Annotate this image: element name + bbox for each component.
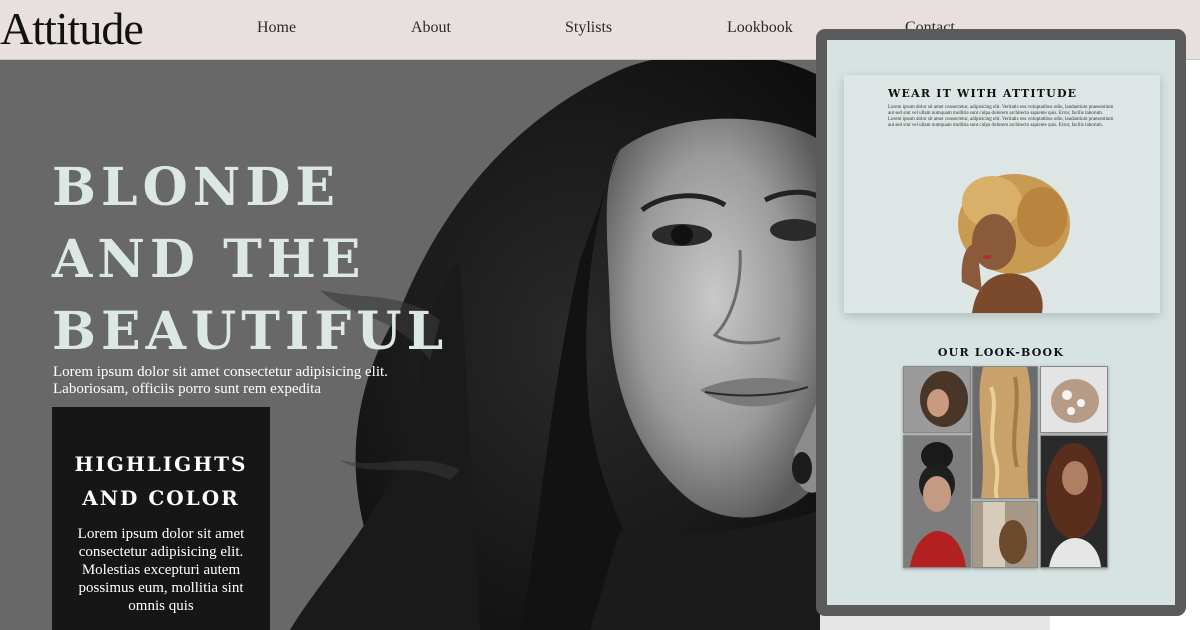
blonde-curls-model-photo xyxy=(958,174,1070,313)
lookbook-photo[interactable] xyxy=(1040,366,1108,433)
hero-title-line: BEAUTIFUL xyxy=(52,301,449,362)
nav-lookbook[interactable]: Lookbook xyxy=(727,19,793,37)
lookbook-title: OUR LOOK-BOOK xyxy=(937,346,1065,359)
highlights-title-line: AND COLOR xyxy=(82,486,240,510)
lookbook-photo[interactable] xyxy=(1040,435,1108,568)
lookbook-photo-image xyxy=(1041,367,1107,432)
lookbook-photo-image xyxy=(1041,436,1107,567)
hero-title-line: BLONDE xyxy=(52,157,341,218)
lookbook-photo-image xyxy=(973,367,1037,498)
lookbook-photo-image xyxy=(973,502,1037,567)
nav-home[interactable]: Home xyxy=(257,19,296,37)
lookbook-photo[interactable] xyxy=(972,501,1038,568)
device-preview-frame: WEAR IT WITH ATTITUDE Lorem ipsum dolor … xyxy=(816,29,1186,616)
hero-title: BLONDE AND THE BEAUTIFUL xyxy=(52,152,448,368)
feature-card: WEAR IT WITH ATTITUDE Lorem ipsum dolor … xyxy=(844,75,1160,313)
lookbook-photo[interactable] xyxy=(903,435,971,568)
highlights-card: HIGHLIGHTS AND COLOR Lorem ipsum dolor s… xyxy=(52,407,270,630)
lookbook-photo-image xyxy=(904,367,970,432)
nav-stylists[interactable]: Stylists xyxy=(565,19,612,37)
feature-card-title: WEAR IT WITH ATTITUDE xyxy=(888,87,1078,100)
nav-about[interactable]: About xyxy=(411,19,451,37)
preview-screen: WEAR IT WITH ATTITUDE Lorem ipsum dolor … xyxy=(827,40,1175,605)
hero-title-line: AND THE xyxy=(52,229,366,290)
highlights-text: Lorem ipsum dolor sit amet consectetur a… xyxy=(77,526,245,614)
feature-card-text: Lorem ipsum dolor sit amet consectetur, … xyxy=(888,105,1114,128)
lookbook-photo[interactable] xyxy=(972,366,1038,499)
site-logo[interactable]: Attitude xyxy=(0,2,144,55)
hero-subtitle: Lorem ipsum dolor sit amet consectetur a… xyxy=(53,364,388,397)
highlights-title-line: HIGHLIGHTS xyxy=(74,452,248,476)
highlights-title: HIGHLIGHTS AND COLOR xyxy=(52,407,270,515)
lookbook-photo[interactable] xyxy=(903,366,971,433)
lookbook-photo-image xyxy=(904,436,970,567)
